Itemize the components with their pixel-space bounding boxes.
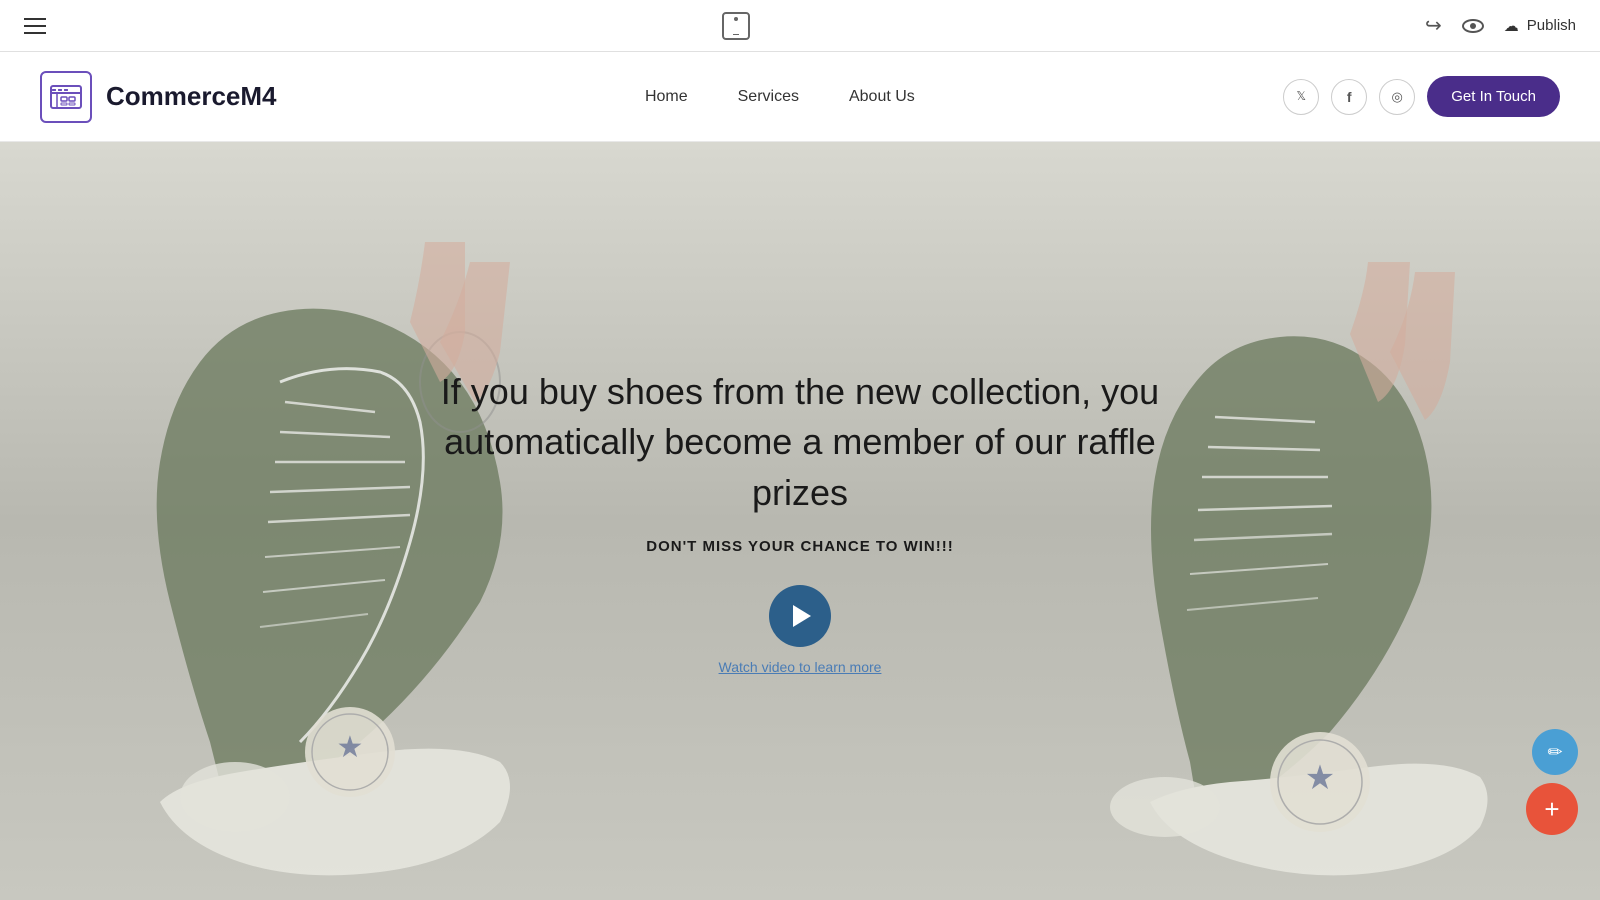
publish-button[interactable]: ☁ Publish — [1504, 17, 1576, 35]
toolbar-right: ↩ ☁ Publish — [1425, 13, 1576, 38]
play-button[interactable] — [769, 585, 831, 647]
add-plus-icon: + — [1544, 794, 1559, 825]
main-nav: Home Services About Us — [645, 88, 915, 106]
twitter-icon[interactable]: 𝕏 — [1283, 79, 1319, 115]
instagram-symbol: ◎ — [1392, 89, 1403, 105]
nav-right: 𝕏 f ◎ Get In Touch — [1283, 76, 1560, 117]
svg-text:★: ★ — [337, 731, 364, 764]
site-header: CommerceM4 Home Services About Us 𝕏 f ◎ … — [0, 52, 1600, 142]
top-toolbar: ↩ ☁ Publish — [0, 0, 1600, 52]
hero-title: If you buy shoes from the new collection… — [420, 367, 1180, 518]
logo-icon — [40, 71, 92, 123]
cloud-upload-icon: ☁ — [1504, 17, 1519, 35]
play-button-wrap: Watch video to learn more — [420, 585, 1180, 675]
facebook-icon[interactable]: f — [1331, 79, 1367, 115]
toolbar-left — [24, 18, 46, 34]
logo-name: CommerceM4 — [106, 81, 277, 112]
svg-text:★: ★ — [1305, 759, 1335, 797]
edit-pencil-icon: ✏ — [1547, 742, 1562, 763]
nav-home[interactable]: Home — [645, 88, 688, 106]
undo-icon[interactable]: ↩ — [1425, 13, 1442, 38]
hero-subtitle: DON'T MISS YOUR CHANCE TO WIN!!! — [420, 538, 1180, 555]
logo-area: CommerceM4 — [40, 71, 277, 123]
hero-section: ★ — [0, 142, 1600, 900]
watch-video-link[interactable]: Watch video to learn more — [719, 659, 882, 675]
mobile-preview-icon[interactable] — [722, 12, 750, 40]
nav-about-us[interactable]: About Us — [849, 88, 915, 106]
nav-services[interactable]: Services — [738, 88, 799, 106]
hero-background: ★ — [0, 142, 1600, 900]
edit-fab-button[interactable]: ✏ — [1532, 729, 1578, 775]
get-in-touch-button[interactable]: Get In Touch — [1427, 76, 1560, 117]
hamburger-menu[interactable] — [24, 18, 46, 34]
preview-eye-icon[interactable] — [1462, 19, 1484, 33]
toolbar-center — [722, 12, 750, 40]
instagram-icon[interactable]: ◎ — [1379, 79, 1415, 115]
add-fab-button[interactable]: + — [1526, 783, 1578, 835]
play-triangle-icon — [793, 605, 811, 627]
hero-content: If you buy shoes from the new collection… — [400, 347, 1200, 695]
